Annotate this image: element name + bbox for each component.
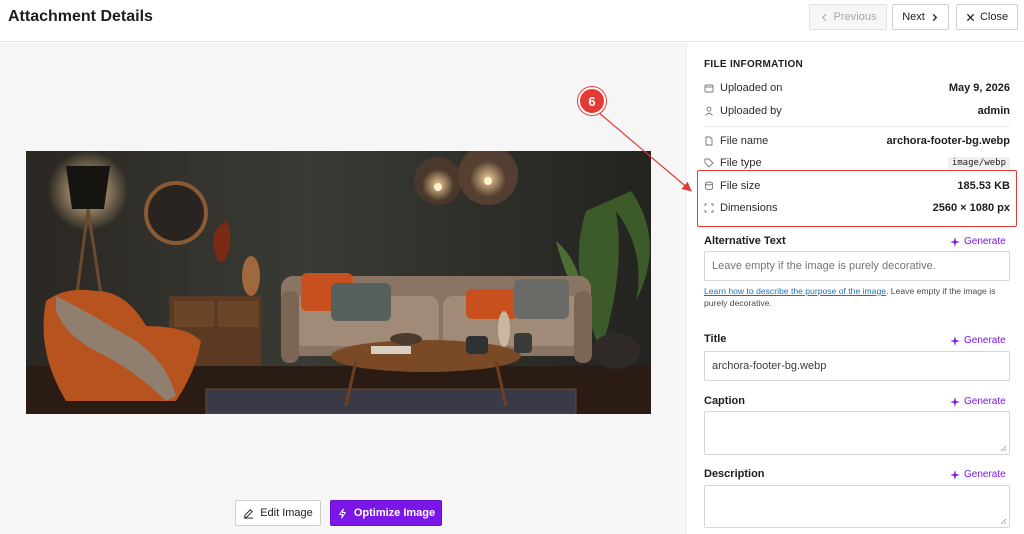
chevron-right-icon [932, 13, 938, 21]
divider [704, 126, 1010, 127]
file-type-label: File type [720, 157, 762, 169]
step-badge: 6 [578, 87, 606, 115]
description-label: Description [704, 468, 765, 480]
generate-label: Generate [964, 335, 1006, 346]
sparkle-icon [950, 335, 960, 346]
sparkle-icon [950, 469, 960, 480]
title-input-value: archora-footer-bg.webp [712, 360, 827, 372]
optimize-image-label: Optimize Image [353, 507, 436, 519]
uploaded-on-label: Uploaded on [720, 82, 783, 94]
next-button[interactable]: Next [892, 4, 949, 30]
attachment-image [26, 151, 651, 414]
file-information-heading: FILE INFORMATION [704, 59, 804, 70]
sparkle-icon [950, 236, 960, 247]
file-name-value: archora-footer-bg.webp [886, 135, 1010, 147]
chevron-left-icon [821, 13, 826, 21]
page-title: Attachment Details [8, 8, 153, 25]
generate-label: Generate [964, 236, 1006, 247]
uploaded-by-row: Uploaded by admin [704, 103, 1010, 119]
alt-text-help-link[interactable]: Learn how to describe the purpose of the… [704, 286, 886, 296]
generate-label: Generate [964, 396, 1006, 407]
close-button[interactable]: Close [956, 4, 1018, 30]
file-type-row: File type image/webp [704, 155, 1010, 171]
tag-icon [704, 158, 714, 168]
description-textarea[interactable] [704, 485, 1010, 528]
close-icon [966, 13, 975, 21]
caption-textarea[interactable] [704, 411, 1010, 455]
file-name-label: File name [720, 135, 769, 147]
alt-text-generate-button[interactable]: Generate [950, 236, 1006, 247]
file-icon [705, 136, 713, 146]
highlight-box [697, 170, 1017, 227]
edit-icon [244, 508, 254, 519]
title-label: Title [704, 333, 727, 345]
living-room-image [26, 151, 651, 414]
lightning-icon [338, 508, 346, 518]
edit-image-label: Edit Image [260, 507, 313, 519]
previous-button[interactable]: Previous [809, 4, 887, 30]
modal-header: Attachment Details Previous Next Close [0, 0, 1024, 42]
file-name-row: File name archora-footer-bg.webp [704, 133, 1010, 149]
uploaded-by-label: Uploaded by [720, 105, 782, 117]
sparkle-icon [950, 396, 960, 407]
title-generate-button[interactable]: Generate [950, 335, 1006, 346]
caption-generate-button[interactable]: Generate [950, 396, 1006, 407]
close-label: Close [979, 11, 1009, 23]
optimize-image-button[interactable]: Optimize Image [330, 500, 442, 526]
alt-text-help: Learn how to describe the purpose of the… [704, 285, 1004, 309]
alt-text-input[interactable] [704, 251, 1010, 281]
caption-label: Caption [704, 395, 745, 407]
details-sidebar: FILE INFORMATION Uploaded on May 9, 2026… [686, 43, 1024, 534]
previous-label: Previous [833, 11, 877, 23]
title-input[interactable]: archora-footer-bg.webp [704, 351, 1010, 381]
resize-grip-icon[interactable] [1000, 518, 1007, 525]
uploaded-on-value: May 9, 2026 [948, 82, 1010, 94]
calendar-icon [704, 84, 714, 93]
generate-label: Generate [964, 469, 1006, 480]
edit-image-button[interactable]: Edit Image [235, 500, 321, 526]
user-icon [705, 106, 713, 116]
file-type-value: image/webp [947, 157, 1010, 169]
next-label: Next [902, 11, 925, 23]
uploaded-on-row: Uploaded on May 9, 2026 [704, 80, 1010, 96]
image-preview-pane: Edit Image Optimize Image [0, 43, 686, 534]
description-generate-button[interactable]: Generate [950, 469, 1006, 480]
resize-grip-icon[interactable] [1000, 445, 1007, 452]
alt-text-label: Alternative Text [704, 235, 786, 247]
uploaded-by-value: admin [977, 105, 1010, 117]
